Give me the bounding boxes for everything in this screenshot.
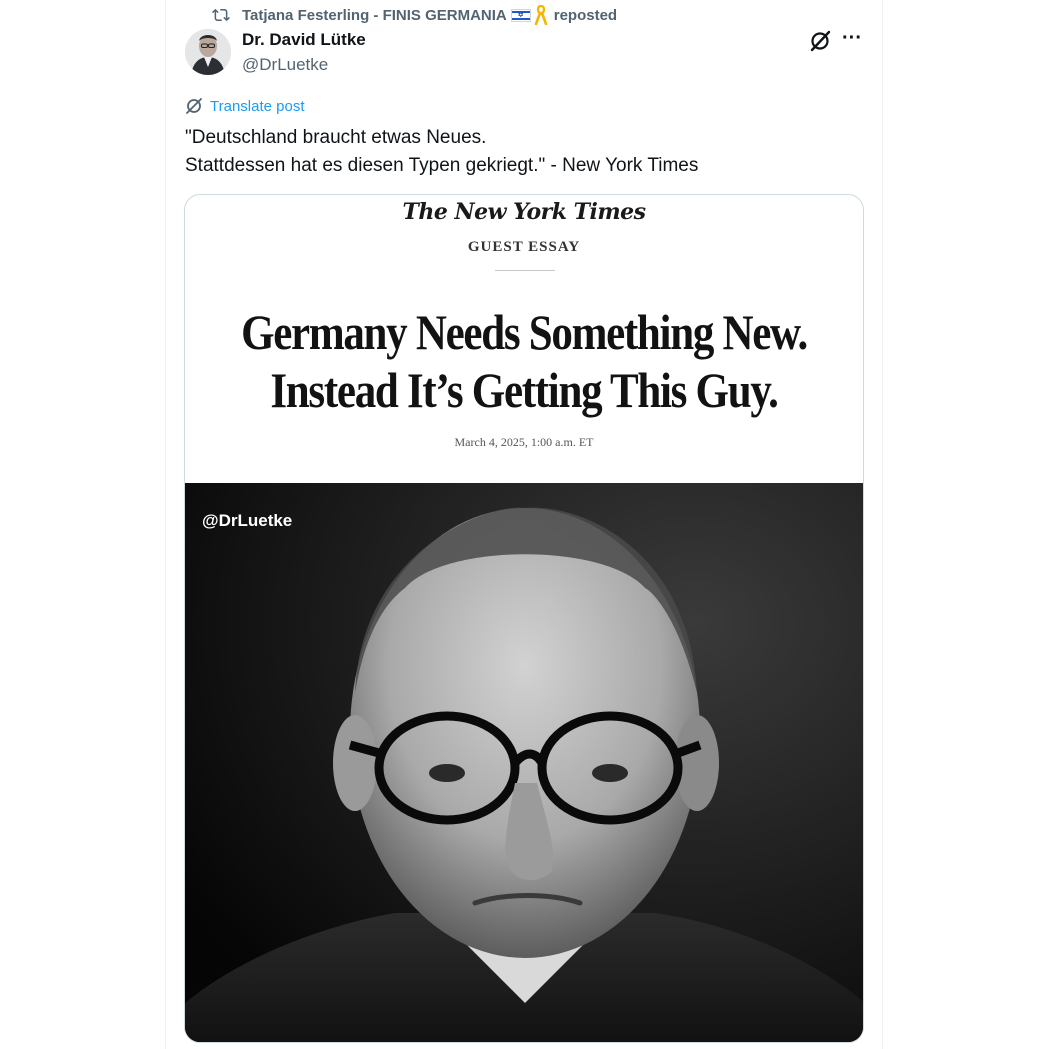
media-image[interactable]: The New York Times GUEST ESSAY Germany N… — [184, 194, 864, 1043]
photo-watermark: @DrLuetke — [202, 511, 293, 530]
avatar[interactable] — [185, 29, 231, 75]
reposted-label: reposted — [553, 6, 618, 24]
nyt-headline: Germany Needs Something New. Instead It’… — [232, 303, 815, 419]
portrait-illustration — [185, 483, 863, 1042]
post-text: "Deutschland braucht etwas Neues. Stattd… — [185, 124, 698, 180]
post-text-line: Stattdessen hat es diesen Typen gekriegt… — [185, 155, 699, 176]
avatar-portrait — [185, 29, 231, 75]
grok-icon[interactable] — [808, 28, 834, 54]
reposter-name[interactable]: Tatjana Festerling - FINIS GERMANIA — [242, 7, 507, 24]
yellow-ribbon-icon — [534, 5, 548, 25]
more-options-button[interactable]: ··· — [838, 27, 866, 53]
author-display-name[interactable]: Dr. David Lütke — [242, 30, 366, 50]
nyt-date: March 4, 2025, 1:00 a.m. ET — [454, 435, 594, 449]
post-text-line: "Deutschland braucht etwas Neues. — [185, 127, 487, 148]
more-icon: ··· — [842, 27, 862, 49]
nyt-masthead: The New York Times — [402, 199, 646, 225]
translate-post-link[interactable]: Translate post — [185, 97, 305, 115]
translate-label[interactable]: Translate post — [210, 98, 305, 115]
translate-icon — [186, 98, 202, 114]
portrait-photo: @DrLuetke — [185, 483, 863, 1042]
repost-context[interactable]: Tatjana Festerling - FINIS GERMANIA ✡ re… — [212, 4, 617, 26]
headline-line: Germany Needs Something New. — [241, 304, 808, 360]
repost-icon — [212, 8, 230, 22]
nyt-section-label: GUEST ESSAY — [467, 239, 581, 255]
divider — [495, 270, 555, 271]
author-handle[interactable]: @DrLuetke — [242, 55, 328, 75]
israel-flag-icon: ✡ — [510, 8, 531, 22]
headline-line: Instead It’s Getting This Guy. — [270, 362, 779, 418]
page: Tatjana Festerling - FINIS GERMANIA ✡ re… — [0, 0, 1050, 1049]
